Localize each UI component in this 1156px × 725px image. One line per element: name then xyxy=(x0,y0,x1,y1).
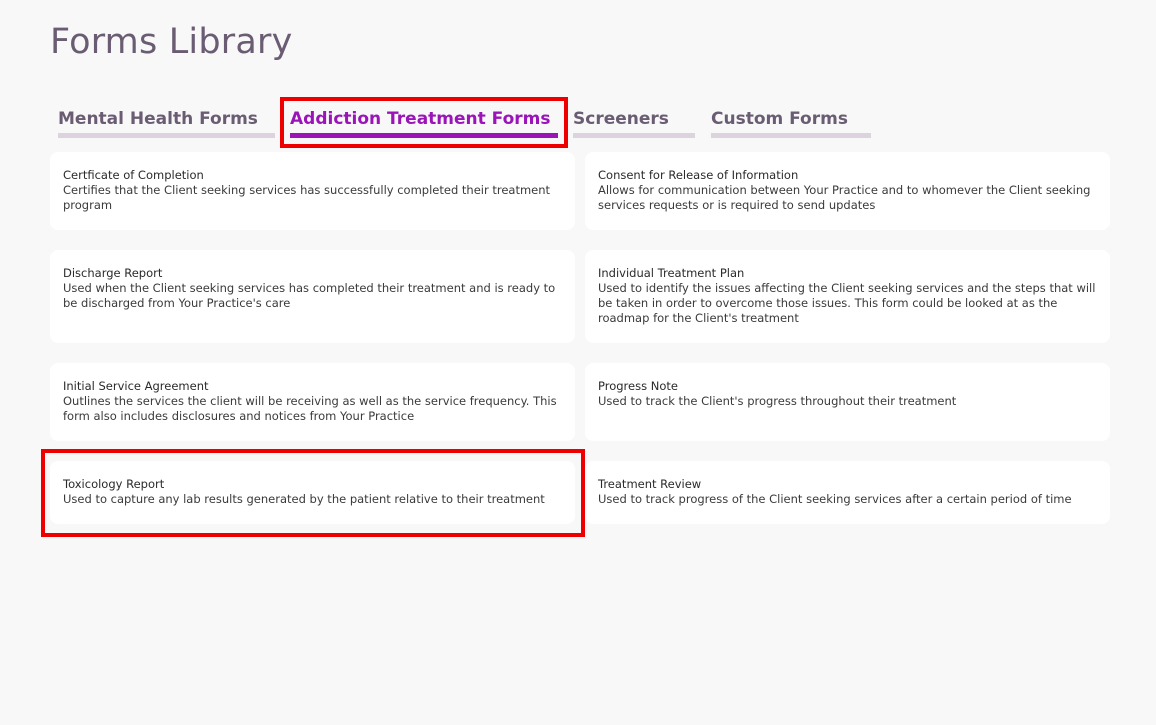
form-card-description: Used to capture any lab results generate… xyxy=(63,492,545,506)
form-card-title: Progress Note xyxy=(598,379,678,393)
page-title: Forms Library xyxy=(50,22,293,62)
tab-underline xyxy=(711,133,871,138)
form-card-title: Initial Service Agreement xyxy=(63,379,209,393)
form-card-description: Used to track the Client's progress thro… xyxy=(598,394,957,408)
tab-label: Mental Health Forms xyxy=(58,109,258,129)
form-card-description: Outlines the services the client will be… xyxy=(63,394,557,423)
form-card-title: Treatment Review xyxy=(598,477,702,491)
tab-screeners[interactable]: Screeners xyxy=(573,104,695,138)
form-card-title: Discharge Report xyxy=(63,266,163,280)
form-card-individual-treatment-plan[interactable]: Individual Treatment Plan Used to identi… xyxy=(585,250,1110,343)
tab-underline xyxy=(290,133,558,138)
form-card-title: Certficate of Completion xyxy=(63,168,204,182)
form-card-description: Used to identify the issues affecting th… xyxy=(598,281,1096,325)
form-card-title: Consent for Release of Information xyxy=(598,168,799,182)
tab-underline xyxy=(573,133,695,138)
tab-underline xyxy=(58,133,275,138)
form-card-treatment-review[interactable]: Treatment Review Used to track progress … xyxy=(585,461,1110,524)
tab-label: Screeners xyxy=(573,109,669,129)
form-card-description: Used to track progress of the Client see… xyxy=(598,492,1072,506)
form-card-certificate-of-completion[interactable]: Certficate of Completion Certifies that … xyxy=(50,152,575,230)
form-card-toxicology-report[interactable]: Toxicology Report Used to capture any la… xyxy=(50,461,575,524)
form-card-description: Certifies that the Client seeking servic… xyxy=(63,183,551,212)
tab-mental-health-forms[interactable]: Mental Health Forms xyxy=(58,104,275,138)
form-card-description: Used when the Client seeking services ha… xyxy=(63,281,556,310)
tab-custom-forms[interactable]: Custom Forms xyxy=(711,104,871,138)
tab-addiction-treatment-forms[interactable]: Addiction Treatment Forms xyxy=(290,104,558,138)
forms-library-page: Forms Library Mental Health Forms Addict… xyxy=(0,0,1156,725)
form-card-initial-service-agreement[interactable]: Initial Service Agreement Outlines the s… xyxy=(50,363,575,441)
form-card-title: Individual Treatment Plan xyxy=(598,266,745,280)
form-card-title: Toxicology Report xyxy=(63,477,165,491)
tab-label: Custom Forms xyxy=(711,109,848,129)
form-card-discharge-report[interactable]: Discharge Report Used when the Client se… xyxy=(50,250,575,343)
form-card-progress-note[interactable]: Progress Note Used to track the Client's… xyxy=(585,363,1110,441)
tab-label: Addiction Treatment Forms xyxy=(290,109,551,129)
form-card-consent-for-release[interactable]: Consent for Release of Information Allow… xyxy=(585,152,1110,230)
form-card-description: Allows for communication between Your Pr… xyxy=(598,183,1091,212)
